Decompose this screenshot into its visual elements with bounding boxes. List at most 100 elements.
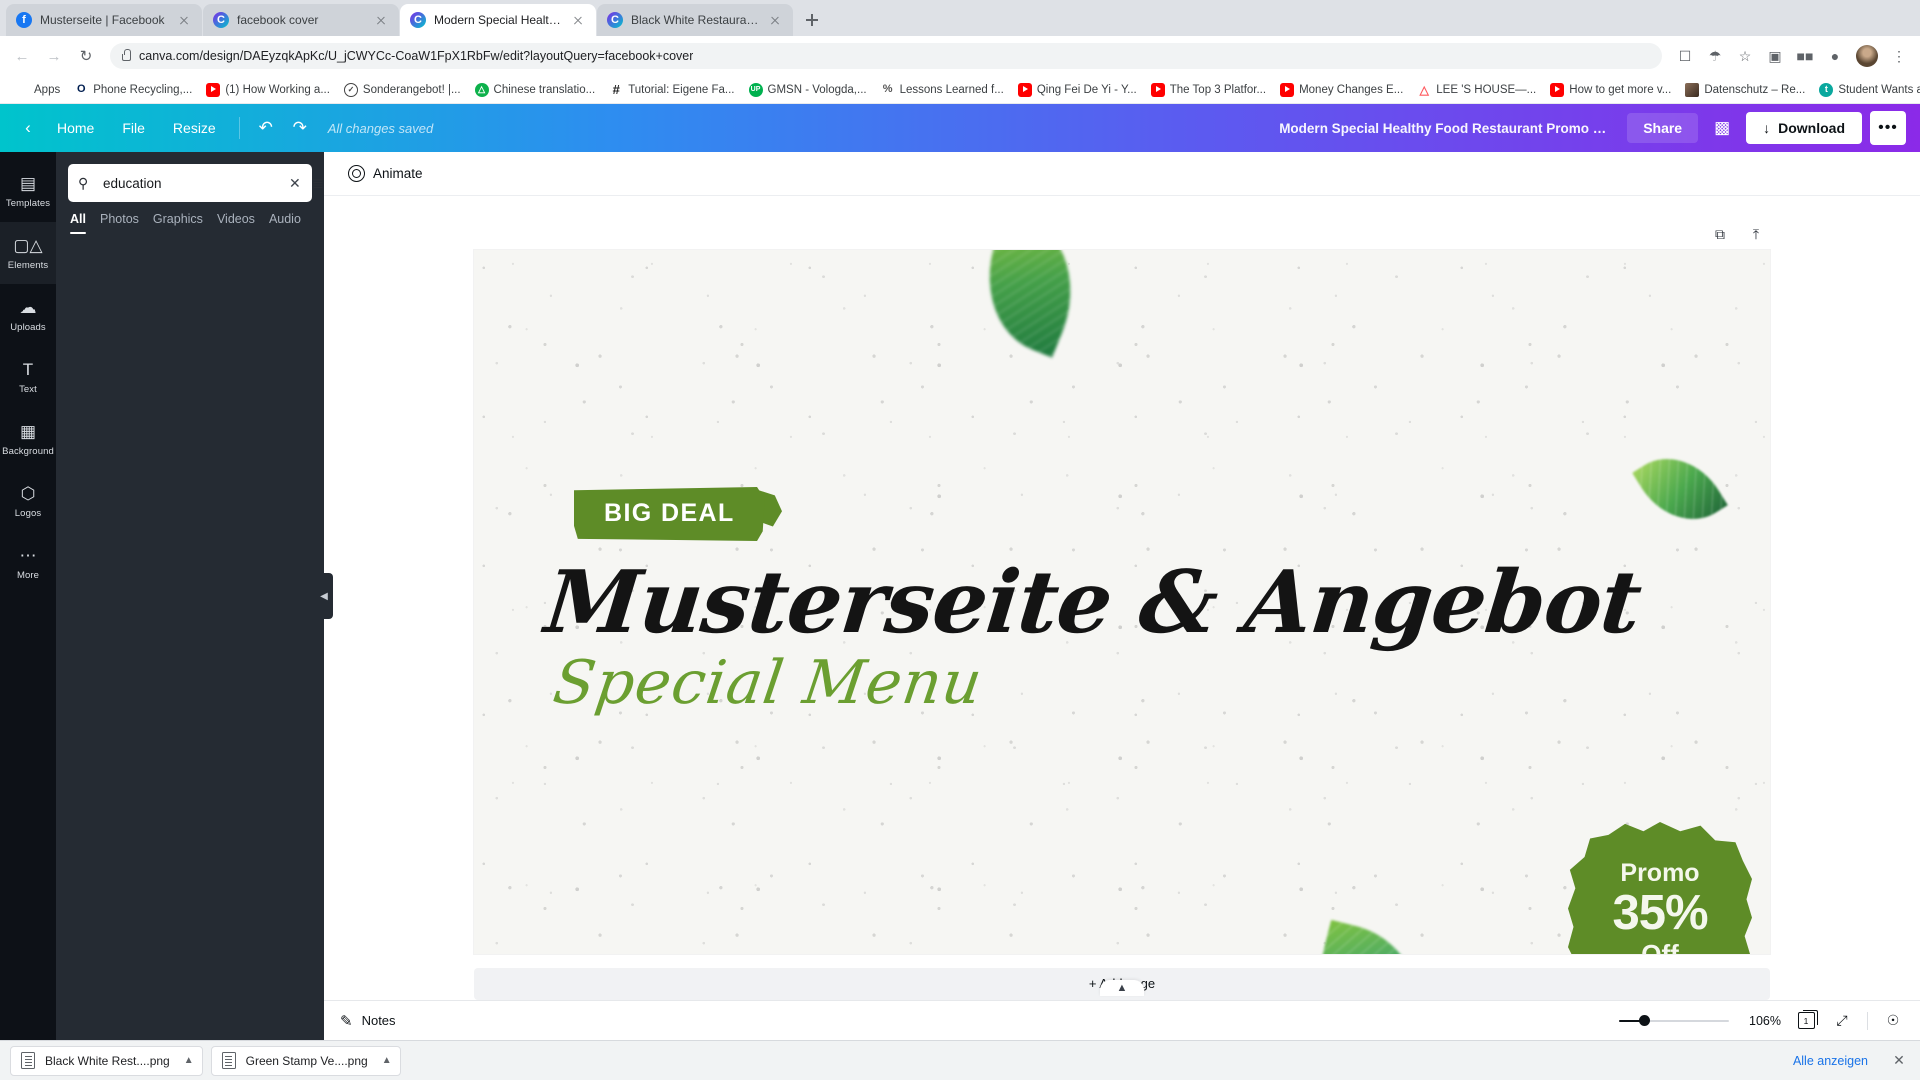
browser-tab-0[interactable]: f Musterseite | Facebook [6,4,202,36]
forward-icon[interactable]: → [40,42,68,70]
context-toolbar: Animate [324,152,1920,196]
extensions-puzzle-icon[interactable]: ▣ [1762,43,1788,69]
tab-all[interactable]: All [70,212,86,234]
bookmark-item[interactable]: Qing Fei De Yi - Y... [1011,81,1144,99]
download-item[interactable]: Green Stamp Ve....png ▲ [210,1045,401,1076]
left-rail: ▤ Templates ▢△ Elements ☁ Uploads T Text… [0,152,56,1040]
search-input[interactable] [103,175,280,191]
bookmark-label: Apps [34,83,61,96]
home-button[interactable]: Home [44,114,107,142]
canva-icon: C [410,12,426,28]
duplicate-page-icon[interactable]: ⧉ [1710,224,1730,244]
avatar[interactable] [1856,45,1878,67]
browser-tab-3[interactable]: C Black White Restaurant Typog [597,4,793,36]
bookmark-item[interactable]: (1) How Working a... [199,81,337,99]
bookmark-item[interactable]: t Student Wants an... [1812,81,1920,99]
download-filename: Black White Rest....png [45,1053,170,1068]
animate-button[interactable]: Animate [340,159,431,188]
add-page-after-icon[interactable]: ⤒ [1746,224,1766,244]
tab-title: facebook cover [237,13,319,27]
chevron-left-icon[interactable]: ‹ [14,114,42,142]
more-vertical-icon[interactable]: ⋮ [1886,43,1912,69]
bookmark-star-icon[interactable]: ☆ [1732,43,1758,69]
chevron-up-icon[interactable]: ▲ [382,1055,392,1066]
big-deal-badge[interactable]: BIG DEAL [574,487,765,541]
sidebar-item-logos[interactable]: ⬡ Logos [0,470,56,532]
bookmark-item[interactable]: The Top 3 Platfor... [1144,81,1273,99]
bookmark-label: Tutorial: Eigene Fa... [628,83,735,96]
redo-icon[interactable]: ↷ [284,112,316,144]
chevron-up-icon[interactable]: ▲ [1100,980,1144,996]
back-icon[interactable]: ← [8,42,36,70]
bookmark-item[interactable]: How to get more v... [1543,81,1678,99]
tab-audio[interactable]: Audio [269,212,301,234]
bookmark-item[interactable]: Datenschutz – Re... [1678,81,1812,99]
bookmark-apps[interactable]: Apps [8,81,67,99]
bookmark-label: How to get more v... [1569,83,1672,96]
status-bar: ✎ Notes 106% 1 ⤢ ☉ [324,1000,1920,1040]
bar-chart-icon[interactable]: ▩ [1706,112,1738,144]
notes-button[interactable]: ✎ Notes [340,1012,396,1030]
close-icon[interactable] [570,12,586,28]
youtube-icon [1017,82,1032,97]
more-options-button[interactable]: ••• [1870,111,1906,145]
bookmark-item[interactable]: O Phone Recycling,... [67,81,199,99]
slider-knob[interactable] [1639,1015,1650,1026]
promo-badge[interactable]: Promo 35% Off [1568,822,1752,954]
pages-icon[interactable]: 1 [1795,1010,1818,1032]
close-icon[interactable] [176,12,192,28]
share-button[interactable]: Share [1627,113,1699,143]
bookmark-item[interactable]: Money Changes E... [1273,81,1410,99]
sidebar-item-more[interactable]: ⋯ More [0,532,56,594]
sync-icon[interactable]: ● [1822,43,1848,69]
filter-sliders-icon[interactable]: ≣ [312,175,328,192]
help-circle-icon[interactable]: ☉ [1882,1010,1904,1032]
show-all-downloads-button[interactable]: Alle anzeigen [1783,1049,1878,1073]
bookmark-item[interactable]: UP GMSN - Vologda,... [742,81,874,99]
reload-icon[interactable]: ↻ [72,42,100,70]
download-item[interactable]: Black White Rest....png ▲ [10,1045,203,1076]
undo-icon[interactable]: ↶ [250,112,282,144]
design-canvas[interactable]: BIG DEAL Musterseite & Angebot Special M… [474,250,1770,954]
bookmark-item[interactable]: △ Chinese translatio... [468,81,603,99]
bookmark-item[interactable]: # Tutorial: Eigene Fa... [602,81,741,99]
design-headline[interactable]: Musterseite & Angebot [541,552,1646,653]
tab-photos[interactable]: Photos [100,212,139,234]
apps-grid-icon[interactable]: ■■ [1792,43,1818,69]
sidebar-item-label: Text [19,384,37,395]
resize-button[interactable]: Resize [160,114,229,142]
bookmark-item[interactable]: ✓ Sonderangebot! |... [337,81,468,99]
download-button[interactable]: ↓ Download [1746,112,1862,144]
design-title[interactable]: Modern Special Healthy Food Restaurant P… [1279,121,1609,136]
search-bar[interactable]: ⚲ ✕ ≣ [68,164,324,202]
youtube-icon [1280,82,1295,97]
bookmark-item[interactable]: % Lessons Learned f... [874,81,1011,99]
browser-tab-1[interactable]: C facebook cover [203,4,399,36]
sidebar-item-background[interactable]: ▦ Background [0,408,56,470]
file-menu-button[interactable]: File [109,114,158,142]
design-subheadline[interactable]: Special Menu [549,648,987,718]
close-icon[interactable] [373,12,389,28]
close-icon[interactable]: ✕ [289,175,303,192]
collapse-panel-button[interactable]: ◀ [315,573,333,619]
sidebar-item-templates[interactable]: ▤ Templates [0,160,56,222]
close-icon[interactable]: ✕ [1888,1050,1910,1072]
browser-tab-2[interactable]: C Modern Special Healthy Food [400,4,596,36]
chevron-up-icon[interactable]: ▲ [184,1055,194,1066]
sidebar-item-elements[interactable]: ▢△ Elements [0,222,56,284]
new-tab-button[interactable] [798,6,826,34]
share-icon[interactable]: ☂ [1702,43,1728,69]
close-icon[interactable] [767,12,783,28]
address-bar[interactable]: canva.com/design/DAEyzqkApKc/U_jCWYCc-Co… [110,43,1662,69]
search-icon: ⚲ [78,174,89,191]
translate-icon[interactable]: ☐ [1672,43,1698,69]
tab-graphics[interactable]: Graphics [153,212,203,234]
tab-videos[interactable]: Videos [217,212,255,234]
zoom-slider[interactable] [1619,1014,1729,1028]
expand-icon[interactable]: ⤢ [1831,1010,1853,1032]
bookmark-item[interactable]: △ LEE 'S HOUSE—... [1410,81,1543,99]
tab-title: Musterseite | Facebook [40,13,165,27]
sidebar-item-uploads[interactable]: ☁ Uploads [0,284,56,346]
youtube-icon [1150,82,1165,97]
sidebar-item-text[interactable]: T Text [0,346,56,408]
